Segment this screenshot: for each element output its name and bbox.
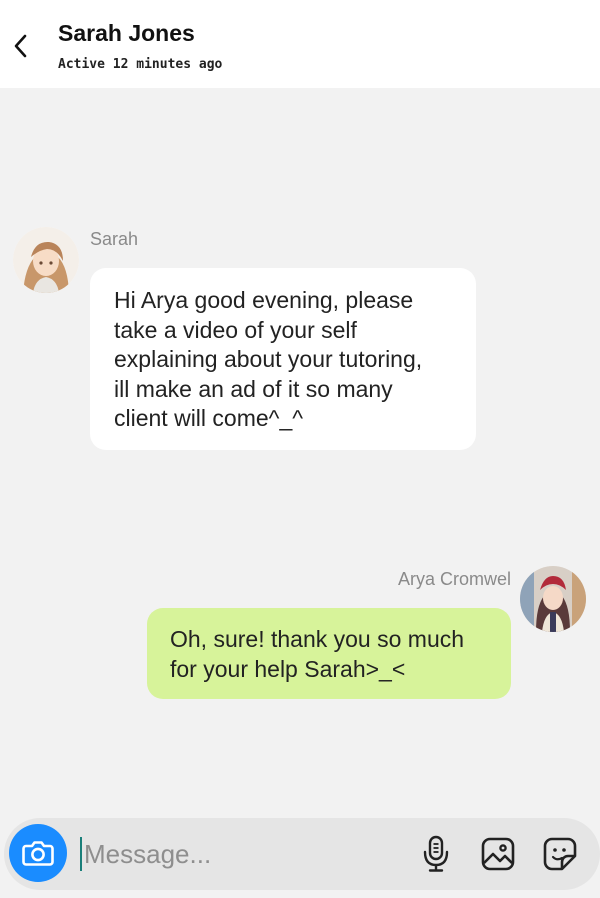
microphone-button[interactable] <box>416 834 456 874</box>
arya-avatar-image <box>520 566 586 632</box>
sticker-icon <box>543 837 577 871</box>
sender-name-arya: Arya Cromwel <box>397 569 511 589</box>
message-input[interactable] <box>84 832 404 876</box>
contact-status: Active 12 minutes ago <box>58 57 223 72</box>
gallery-button[interactable] <box>478 834 518 874</box>
sender-name-sarah: Sarah <box>90 229 139 249</box>
avatar-arya[interactable] <box>520 566 586 632</box>
gallery-icon <box>481 837 515 871</box>
microphone-icon <box>423 835 449 872</box>
incoming-message-bubble[interactable]: Hi Arya good evening, please take a vide… <box>90 268 476 450</box>
contact-name[interactable]: Sarah Jones <box>58 20 195 47</box>
camera-button[interactable] <box>9 824 67 882</box>
back-button[interactable] <box>6 28 34 64</box>
back-arrow-icon <box>14 34 27 58</box>
sticker-button[interactable] <box>540 834 580 874</box>
avatar-sarah[interactable] <box>13 227 79 293</box>
outgoing-message-bubble[interactable]: Oh, sure! thank you so much for your hel… <box>147 608 511 699</box>
sarah-avatar-image <box>13 227 79 293</box>
camera-icon <box>22 841 54 866</box>
text-cursor <box>80 837 82 871</box>
chat-screen: Sarah Jones Active 12 minutes ago Sarah … <box>0 0 600 898</box>
chat-header: Sarah Jones Active 12 minutes ago <box>0 0 600 88</box>
